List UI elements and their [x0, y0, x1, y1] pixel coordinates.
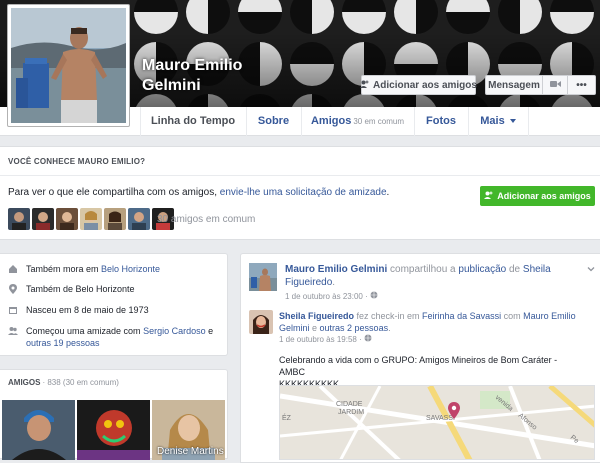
friend-photo[interactable]	[77, 400, 150, 460]
know-person-box: VOCÊ CONHECE MAURO EMILIO? Para ver o qu…	[0, 146, 600, 240]
profile-name[interactable]: Mauro Emilio Gelmini	[142, 56, 242, 96]
intro-friendship: Começou uma amizade com Sergio Cardoso e…	[8, 325, 213, 349]
intro-lives-link[interactable]: Belo Horizonte	[101, 264, 160, 274]
post-timestamp[interactable]: 1 de outubro às 23:00 ·	[285, 291, 378, 301]
tab-more[interactable]: Mais	[468, 107, 528, 136]
add-friend-green-button[interactable]: Adicionar aos amigos	[480, 186, 595, 206]
mutual-friend-avatar[interactable]	[104, 208, 126, 230]
shared-post-header: Sheila Figueiredo fez check-in em Feirin…	[279, 310, 579, 334]
friends-card: AMIGOS · 838 (30 em comum) Denise Martins	[0, 369, 228, 460]
profile-name-line2: Gelmini	[142, 77, 201, 94]
post-author-link[interactable]: Mauro Emilio Gelmini	[285, 264, 387, 275]
tab-photos-label: Fotos	[426, 115, 456, 127]
post-header: Mauro Emilio Gelmini compartilhou a publ…	[285, 263, 585, 289]
intro-friendship-mid: e	[205, 326, 214, 336]
intro-lives-in: Também mora em Belo Horizonte	[8, 263, 160, 275]
intro-birthday-text: Nasceu em 8 de maio de 1973	[26, 305, 149, 315]
post-time-text: 1 de outubro às 23:00 ·	[285, 292, 370, 301]
friends-icon	[8, 327, 18, 335]
divider	[0, 175, 600, 176]
friend-photo[interactable]	[2, 400, 75, 460]
location-pin-icon	[9, 284, 17, 294]
post-object-link[interactable]: publicação	[458, 264, 506, 275]
globe-icon	[370, 291, 378, 299]
message-button[interactable]: Mensagem	[485, 75, 543, 95]
friends-title-count: · 838 (30 em comum)	[42, 378, 119, 387]
shared-and: e	[309, 323, 320, 333]
video-call-button[interactable]	[543, 75, 568, 95]
intro-friend-link[interactable]: Sergio Cardoso	[143, 326, 206, 336]
shared-verb: fez check-in em	[354, 311, 423, 321]
tab-photos[interactable]: Fotos	[414, 107, 468, 136]
tab-about-label: Sobre	[257, 115, 290, 127]
mutual-friends-thumbnails	[8, 208, 176, 230]
tab-timeline[interactable]: Linha do Tempo	[140, 107, 246, 136]
know-box-text-start: Para ver o que ele compartilha com os am…	[8, 187, 220, 198]
shared-timestamp[interactable]: 1 de outubro às 19:58 ·	[279, 334, 372, 344]
more-options-icon: •••	[576, 79, 587, 91]
intro-from-text: Também de Belo Horizonte	[26, 284, 135, 294]
tab-about[interactable]: Sobre	[246, 107, 301, 136]
tab-friends[interactable]: Amigos 30 em comum	[301, 107, 414, 136]
profile-picture[interactable]	[7, 4, 130, 127]
mutual-friend-avatar[interactable]	[80, 208, 102, 230]
intro-lives-prefix: Também mora em	[26, 264, 102, 274]
map-label: SAVASSI	[426, 415, 455, 422]
post-author-avatar[interactable]	[249, 263, 277, 291]
mutual-friend-avatar[interactable]	[32, 208, 54, 230]
tab-friends-label: Amigos	[310, 115, 352, 127]
post-options-chevron-icon[interactable]	[586, 264, 596, 274]
video-camera-icon	[549, 80, 561, 91]
shared-time-text: 1 de outubro às 19:58 ·	[279, 335, 364, 344]
checkin-place-link[interactable]: Feirinha da Savassi	[422, 311, 501, 321]
intro-others-link[interactable]: outras 19 pessoas	[26, 338, 100, 348]
know-box-text: Para ver o que ele compartilha com os am…	[8, 187, 389, 198]
map-label: CIDADE	[336, 401, 363, 408]
shared-with: com	[501, 311, 524, 321]
globe-icon	[364, 334, 372, 342]
shared-author-avatar[interactable]	[249, 310, 273, 334]
tagged-others-link[interactable]: outras 2 pessoas	[320, 323, 389, 333]
add-friend-icon	[484, 191, 493, 202]
friends-card-title[interactable]: AMIGOS · 838 (30 em comum)	[8, 378, 119, 387]
know-box-title: VOCÊ CONHECE MAURO EMILIO?	[8, 157, 146, 166]
map-label: JARDIM	[338, 409, 364, 416]
post-of: de	[506, 264, 523, 275]
intro-card: Também mora em Belo Horizonte Também de …	[0, 253, 228, 356]
add-friend-button[interactable]: Adicionar aos amigos	[360, 75, 477, 95]
shared-period: .	[388, 323, 391, 333]
calendar-icon	[9, 307, 17, 314]
mutual-friend-avatar[interactable]	[56, 208, 78, 230]
intro-from: Também de Belo Horizonte	[8, 283, 135, 295]
know-box-text-end: .	[386, 187, 390, 198]
friend-name-label: Denise Martins	[157, 446, 224, 457]
intro-birthday: Nasceu em 8 de maio de 1973	[8, 304, 149, 316]
home-icon	[9, 265, 17, 273]
intro-friendship-prefix: Começou uma amizade com	[26, 326, 144, 336]
post-period: .	[332, 277, 336, 288]
shared-text-line1: Celebrando a vida com o GRUPO: Amigos Mi…	[279, 355, 558, 377]
send-friend-request-link[interactable]: envie-lhe uma solicitação de amizade	[220, 187, 387, 198]
mutual-friend-avatar[interactable]	[8, 208, 30, 230]
profile-photo-image	[11, 8, 126, 123]
add-friend-label: Adicionar aos amigos	[373, 79, 477, 91]
add-friend-green-label: Adicionar aos amigos	[497, 191, 591, 201]
post-verb: compartilhou a	[387, 264, 459, 275]
mutual-friend-avatar[interactable]	[128, 208, 150, 230]
more-options-button[interactable]: •••	[568, 75, 596, 95]
tab-more-label: Mais	[480, 115, 505, 127]
tab-friends-mutual-count: 30 em comum	[353, 117, 405, 126]
shared-author-link[interactable]: Sheila Figueiredo	[279, 311, 354, 321]
timeline-post: Mauro Emilio Gelmini compartilhou a publ…	[240, 253, 600, 463]
friends-title-label: AMIGOS	[8, 378, 41, 387]
chevron-down-icon	[509, 119, 516, 124]
map-label: ÉZ	[282, 413, 292, 422]
add-friend-icon	[360, 80, 369, 91]
profile-name-line1: Mauro Emilio	[142, 57, 243, 74]
mutual-friends-count[interactable]: 30 amigos em comum	[157, 214, 255, 225]
friend-photo[interactable]: Denise Martins	[152, 400, 225, 460]
message-label: Mensagem	[488, 79, 540, 91]
tab-timeline-label: Linha do Tempo	[150, 115, 236, 127]
